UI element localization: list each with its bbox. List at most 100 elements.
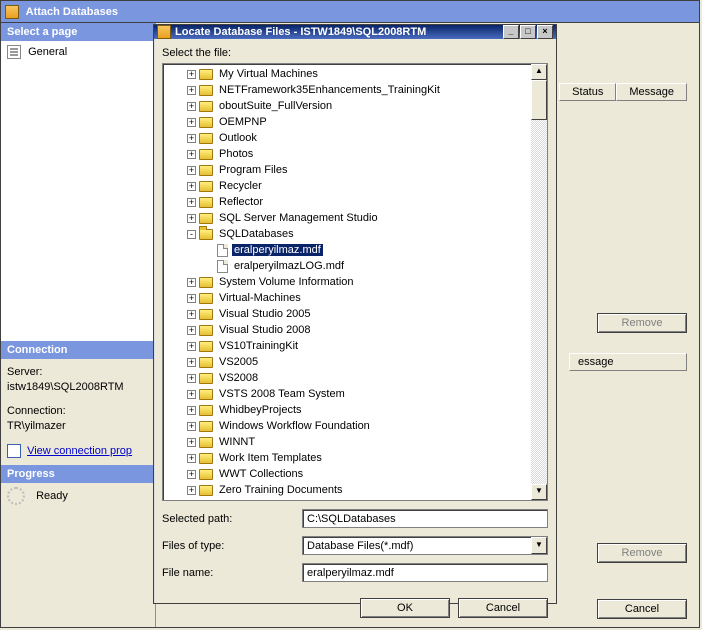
remove-button-1[interactable]: Remove bbox=[597, 313, 687, 333]
col-message-2[interactable]: essage bbox=[569, 353, 687, 371]
tree-expander[interactable]: + bbox=[187, 182, 196, 191]
tree-folder[interactable]: + Reflector bbox=[169, 194, 531, 210]
tree-expander[interactable]: + bbox=[187, 358, 196, 367]
tree-expander[interactable]: + bbox=[187, 70, 196, 79]
tree-item-label[interactable]: VS2008 bbox=[217, 372, 260, 384]
scroll-thumb[interactable] bbox=[531, 80, 547, 120]
tree-expander[interactable]: + bbox=[187, 454, 196, 463]
col-message[interactable]: Message bbox=[616, 83, 687, 101]
tree-item-label[interactable]: My Virtual Machines bbox=[217, 68, 320, 80]
vertical-scrollbar[interactable]: ▲ ▼ bbox=[531, 64, 547, 500]
tree-folder[interactable]: + Program Files bbox=[169, 162, 531, 178]
tree-folder[interactable]: + My Virtual Machines bbox=[169, 66, 531, 82]
tree-folder[interactable]: + Zero Training Documents bbox=[169, 482, 531, 498]
tree-folder[interactable]: + VS10TrainingKit bbox=[169, 338, 531, 354]
tree-item-label[interactable]: Work Item Templates bbox=[217, 452, 324, 464]
scroll-track[interactable] bbox=[531, 80, 547, 484]
selected-path-input[interactable] bbox=[302, 509, 548, 528]
col-status[interactable]: Status bbox=[559, 83, 616, 101]
tree-expander[interactable]: + bbox=[187, 342, 196, 351]
tree-expander[interactable]: + bbox=[187, 214, 196, 223]
tree-item-label[interactable]: oboutSuite_FullVersion bbox=[217, 100, 334, 112]
tree-expander[interactable]: + bbox=[187, 150, 196, 159]
tree-expander[interactable]: + bbox=[187, 294, 196, 303]
tree-expander[interactable]: + bbox=[187, 422, 196, 431]
cancel-button-back[interactable]: Cancel bbox=[597, 599, 687, 619]
tree-expander[interactable]: + bbox=[187, 118, 196, 127]
tree-folder[interactable]: + Recycler bbox=[169, 178, 531, 194]
scroll-up-button[interactable]: ▲ bbox=[531, 64, 547, 80]
tree-item-label[interactable]: eralperyilmazLOG.mdf bbox=[232, 260, 346, 272]
tree-expander[interactable]: + bbox=[187, 166, 196, 175]
tree-folder[interactable]: + WhidbeyProjects bbox=[169, 402, 531, 418]
file-tree[interactable]: + My Virtual Machines + NETFramework35Enhan… bbox=[163, 64, 531, 500]
tree-item-label[interactable]: SQLDatabases bbox=[217, 228, 296, 240]
tree-expander[interactable]: + bbox=[187, 278, 196, 287]
tree-item-label[interactable]: Visual Studio 2008 bbox=[217, 324, 313, 336]
tree-item-label[interactable]: OEMPNP bbox=[217, 116, 269, 128]
tree-item-label[interactable]: Windows Workflow Foundation bbox=[217, 420, 372, 432]
tree-file[interactable]: +eralperyilmazLOG.mdf bbox=[169, 258, 531, 274]
tree-item-label[interactable]: WhidbeyProjects bbox=[217, 404, 304, 416]
tree-item-label[interactable]: SQL Server Management Studio bbox=[217, 212, 380, 224]
tree-item-label[interactable]: Virtual-Machines bbox=[217, 292, 303, 304]
page-general[interactable]: General bbox=[1, 41, 155, 341]
tree-expander[interactable]: + bbox=[187, 198, 196, 207]
tree-folder[interactable]: + VS2008 bbox=[169, 370, 531, 386]
tree-folder[interactable]: + System Volume Information bbox=[169, 274, 531, 290]
tree-folder[interactable]: + VS2005 bbox=[169, 354, 531, 370]
tree-expander[interactable]: + bbox=[187, 390, 196, 399]
files-type-combo[interactable] bbox=[302, 536, 548, 555]
tree-expander[interactable]: - bbox=[187, 230, 196, 239]
chevron-down-icon[interactable]: ▼ bbox=[531, 537, 547, 554]
tree-item-label[interactable]: Zero Training Documents bbox=[217, 484, 345, 496]
tree-folder[interactable]: + Work Item Templates bbox=[169, 450, 531, 466]
file-name-input[interactable] bbox=[302, 563, 548, 582]
tree-item-label[interactable]: Program Files bbox=[217, 164, 289, 176]
tree-expander[interactable]: + bbox=[187, 470, 196, 479]
tree-item-label[interactable]: NETFramework35Enhancements_TrainingKit bbox=[217, 84, 442, 96]
tree-expander[interactable]: + bbox=[187, 326, 196, 335]
tree-item-label[interactable]: eralperyilmaz.mdf bbox=[232, 244, 323, 256]
tree-expander[interactable]: + bbox=[187, 134, 196, 143]
tree-folder[interactable]: + Windows Workflow Foundation bbox=[169, 418, 531, 434]
tree-item-label[interactable]: VS2005 bbox=[217, 356, 260, 368]
tree-folder[interactable]: + VSTS 2008 Team System bbox=[169, 386, 531, 402]
tree-folder[interactable]: + Visual Studio 2008 bbox=[169, 322, 531, 338]
tree-folder[interactable]: - SQLDatabases bbox=[169, 226, 531, 242]
tree-folder[interactable]: + Virtual-Machines bbox=[169, 290, 531, 306]
tree-item-label[interactable]: VS10TrainingKit bbox=[217, 340, 300, 352]
dialog-title-bar[interactable]: Locate Database Files - ISTW1849\SQL2008… bbox=[154, 25, 556, 39]
tree-expander[interactable]: + bbox=[187, 486, 196, 495]
tree-folder[interactable]: + oboutSuite_FullVersion bbox=[169, 98, 531, 114]
tree-expander[interactable]: + bbox=[187, 374, 196, 383]
tree-expander[interactable]: + bbox=[187, 406, 196, 415]
minimize-button[interactable]: _ bbox=[503, 25, 519, 39]
tree-item-label[interactable]: WWT Collections bbox=[217, 468, 305, 480]
tree-item-label[interactable]: Recycler bbox=[217, 180, 264, 192]
tree-folder[interactable]: + Outlook bbox=[169, 130, 531, 146]
tree-item-label[interactable]: System Volume Information bbox=[217, 276, 356, 288]
tree-folder[interactable]: + Photos bbox=[169, 146, 531, 162]
tree-expander[interactable]: + bbox=[187, 438, 196, 447]
tree-expander[interactable]: + bbox=[187, 86, 196, 95]
tree-item-label[interactable]: Photos bbox=[217, 148, 255, 160]
tree-expander[interactable]: + bbox=[187, 102, 196, 111]
cancel-button[interactable]: Cancel bbox=[458, 598, 548, 618]
close-button[interactable]: × bbox=[537, 25, 553, 39]
tree-folder[interactable]: +Visual Studio 2005 bbox=[169, 306, 531, 322]
ok-button[interactable]: OK bbox=[360, 598, 450, 618]
tree-folder[interactable]: + SQL Server Management Studio bbox=[169, 210, 531, 226]
tree-folder[interactable]: + NETFramework35Enhancements_TrainingKit bbox=[169, 82, 531, 98]
tree-folder[interactable]: + WINNT bbox=[169, 434, 531, 450]
tree-folder[interactable]: + WWT Collections bbox=[169, 466, 531, 482]
tree-item-label[interactable]: WINNT bbox=[217, 436, 257, 448]
tree-item-label[interactable]: VSTS 2008 Team System bbox=[217, 388, 347, 400]
remove-button-2[interactable]: Remove bbox=[597, 543, 687, 563]
view-connection-properties-link[interactable]: View connection prop bbox=[27, 445, 132, 457]
tree-item-label[interactable]: Outlook bbox=[217, 132, 259, 144]
tree-item-label[interactable]: Visual Studio 2005 bbox=[217, 308, 313, 320]
scroll-down-button[interactable]: ▼ bbox=[531, 484, 547, 500]
tree-item-label[interactable]: Reflector bbox=[217, 196, 265, 208]
tree-file[interactable]: +eralperyilmaz.mdf bbox=[169, 242, 531, 258]
